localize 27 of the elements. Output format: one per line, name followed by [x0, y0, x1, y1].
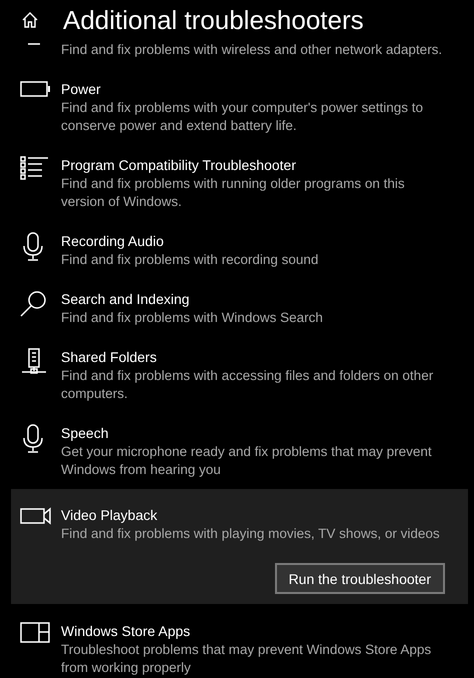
troubleshooter-description: Find and fix problems with accessing files and folders on other computers.: [61, 367, 434, 403]
troubleshooter-title[interactable]: Recording Audio: [61, 231, 448, 251]
server-icon: [20, 348, 48, 375]
troubleshooter-description: Troubleshoot problems that may prevent Windows Store Apps from working properly: [61, 641, 432, 677]
troubleshooter-title[interactable]: Search and Indexing: [61, 289, 448, 309]
troubleshooter-description: Find and fix problems with your computer's power settings to conserve power and extend battery life.: [61, 99, 424, 135]
selected-item-background[interactable]: Video Playback Find and fix problems with playing movies, TV shows, or videos Run the troubleshooter: [11, 489, 468, 604]
troubleshooter-description: Find and fix problems with recording sound: [61, 251, 320, 269]
troubleshooter-title[interactable]: Speech: [61, 423, 448, 443]
troubleshooter-description: Get your microphone ready and fix problems that may prevent Windows from hearing you: [61, 443, 433, 479]
list-icon: [20, 156, 49, 180]
battery-icon: [20, 80, 51, 98]
troubleshooter-title[interactable]: Shared Folders: [61, 347, 448, 367]
home-icon[interactable]: [21, 11, 39, 29]
page-title: Additional troubleshooters: [63, 4, 364, 37]
troubleshooter-title[interactable]: Windows Store Apps: [61, 621, 448, 641]
troubleshooter-description: Find and fix problems with wireless and other network adapters.: [61, 41, 444, 59]
search-icon: [20, 290, 47, 317]
troubleshooter-description: Find and fix problems with Windows Search: [61, 309, 324, 327]
troubleshooter-title[interactable]: Program Compatibility Troubleshooter: [61, 155, 448, 175]
troubleshooter-title[interactable]: Power: [61, 79, 448, 99]
video-camera-icon: [20, 506, 51, 526]
run-troubleshooter-button[interactable]: Run the troubleshooter: [274, 563, 445, 594]
troubleshooter-description: Find and fix problems with playing movies, TV shows, or videos: [61, 525, 441, 543]
troubleshooter-title[interactable]: Video Playback: [61, 505, 448, 525]
store-app-icon: [20, 622, 50, 643]
troubleshooter-description: Find and fix problems with running older programs on this version of Windows.: [61, 175, 406, 211]
